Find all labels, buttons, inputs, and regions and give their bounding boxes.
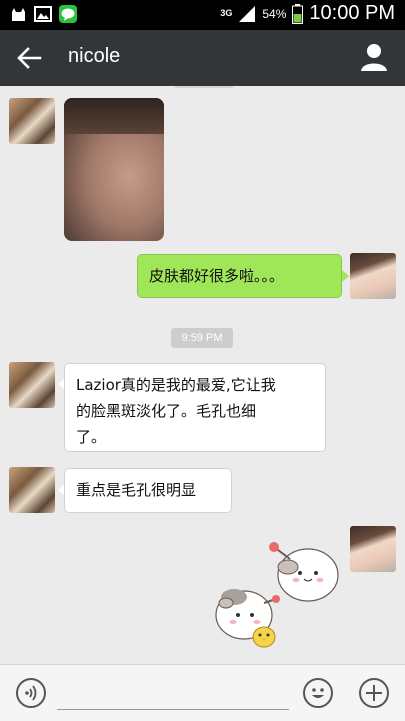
my-avatar[interactable] — [350, 253, 396, 299]
profile-button[interactable] — [361, 42, 387, 72]
contact-avatar[interactable] — [9, 467, 55, 513]
message-line: 的脸黑斑淡化了。毛孔也细 — [76, 402, 257, 420]
image-icon — [34, 6, 52, 22]
message-line: 了。 — [76, 428, 107, 446]
chat-header: nicole — [0, 30, 405, 86]
emoji-button[interactable] — [303, 678, 333, 708]
message-timestamp: 9:59 PM — [171, 328, 233, 348]
clock: 10:00 PM — [309, 2, 395, 24]
message-line: Lazior真的是我的最爱,它让我 — [76, 376, 276, 394]
signal-icon — [239, 5, 256, 22]
chat-title: nicole — [68, 45, 121, 67]
image-message[interactable] — [64, 98, 164, 241]
cat-icon — [12, 8, 25, 21]
chick-sticker — [252, 626, 276, 648]
received-message-bubble[interactable]: Lazior真的是我的最爱,它让我 的脸黑斑淡化了。毛孔也细 了。 — [64, 363, 326, 452]
sticker-message[interactable] — [212, 533, 342, 651]
status-bar: 3G 54% 10:00 PM — [0, 0, 405, 30]
status-bar-left-icons — [10, 5, 77, 23]
emoji-icon — [312, 688, 324, 698]
bubble-tail — [342, 270, 349, 282]
battery-icon — [292, 3, 304, 24]
message-input[interactable] — [57, 678, 289, 710]
person-icon — [361, 44, 387, 71]
contact-avatar[interactable] — [9, 362, 55, 408]
voice-icon — [25, 685, 37, 701]
received-message-bubble[interactable]: 重点是毛孔很明显 — [64, 468, 232, 513]
message-text: 皮肤都好很多啦。。。 — [149, 267, 285, 285]
message-text: 重点是毛孔很明显 — [76, 481, 197, 499]
battery-percent: 54% — [262, 6, 287, 21]
more-button[interactable] — [359, 678, 389, 708]
photo-hair-region — [64, 98, 164, 134]
my-avatar[interactable] — [350, 526, 396, 572]
status-bar-right: 3G 54% 10:00 PM — [220, 2, 395, 25]
bunny-sticker-right — [269, 542, 339, 602]
contact-avatar[interactable] — [9, 98, 55, 144]
sent-message-bubble[interactable]: 皮肤都好很多啦。。。 — [137, 254, 342, 298]
voice-button[interactable] — [16, 678, 46, 708]
input-bar — [0, 664, 405, 721]
previous-message-edge — [175, 86, 233, 88]
plus-icon — [366, 685, 382, 701]
network-type: 3G — [220, 8, 233, 18]
line-app-icon — [59, 5, 77, 23]
back-button[interactable] — [16, 44, 42, 72]
